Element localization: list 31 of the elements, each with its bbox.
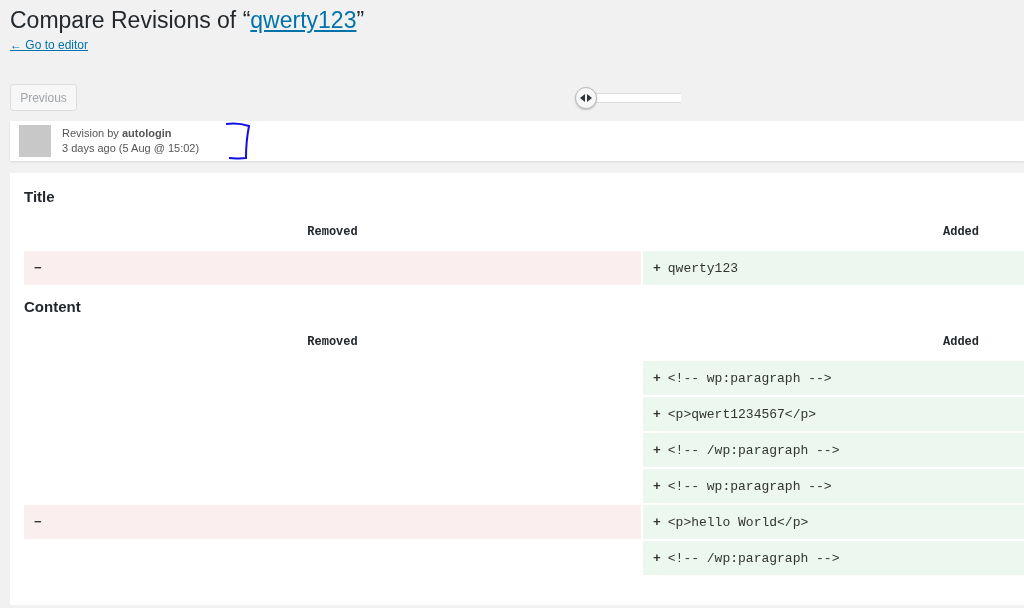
plus-sign: + (653, 550, 661, 566)
page-title: Compare Revisions of “ (10, 7, 251, 33)
revision-time: 3 days ago (5 Aug @ 15:02) (62, 141, 200, 156)
post-title-link[interactable]: qwerty123 (250, 7, 357, 33)
plus-sign: + (653, 370, 661, 386)
plus-sign: + (653, 442, 661, 458)
plus-sign: + (653, 478, 661, 494)
code-line: <p>qwert1234567</p> (667, 406, 817, 422)
code-line: <p>hello World</p> (667, 514, 809, 530)
closing-quote: ” (356, 7, 365, 33)
code-line: qwerty123 (667, 260, 739, 276)
minus-sign: − (34, 260, 42, 276)
revision-author: Revision by autologin (62, 126, 173, 141)
column-header: Removed (306, 224, 359, 241)
slider-handle[interactable] (575, 86, 597, 109)
plus-sign: + (653, 406, 661, 422)
code-line: <!-- wp:paragraph --> (667, 370, 832, 386)
avatar-placeholder (19, 125, 51, 157)
code-line: <!-- /wp:paragraph --> (667, 550, 840, 566)
code-line: <!-- wp:paragraph --> (667, 478, 832, 494)
section-heading: Title (24, 187, 56, 207)
minus-sign: − (34, 514, 42, 530)
section-heading: Content (24, 297, 82, 317)
hand-drawn-bracket-drawing (225, 122, 251, 160)
column-header: Removed (306, 334, 359, 351)
go-to-editor-link[interactable]: ← Go to editor (10, 38, 89, 52)
code-line: <!-- /wp:paragraph --> (667, 442, 840, 458)
column-header: Added (942, 334, 980, 351)
plus-sign: + (653, 514, 661, 530)
plus-sign: + (653, 260, 661, 276)
column-header: Added (942, 224, 980, 241)
